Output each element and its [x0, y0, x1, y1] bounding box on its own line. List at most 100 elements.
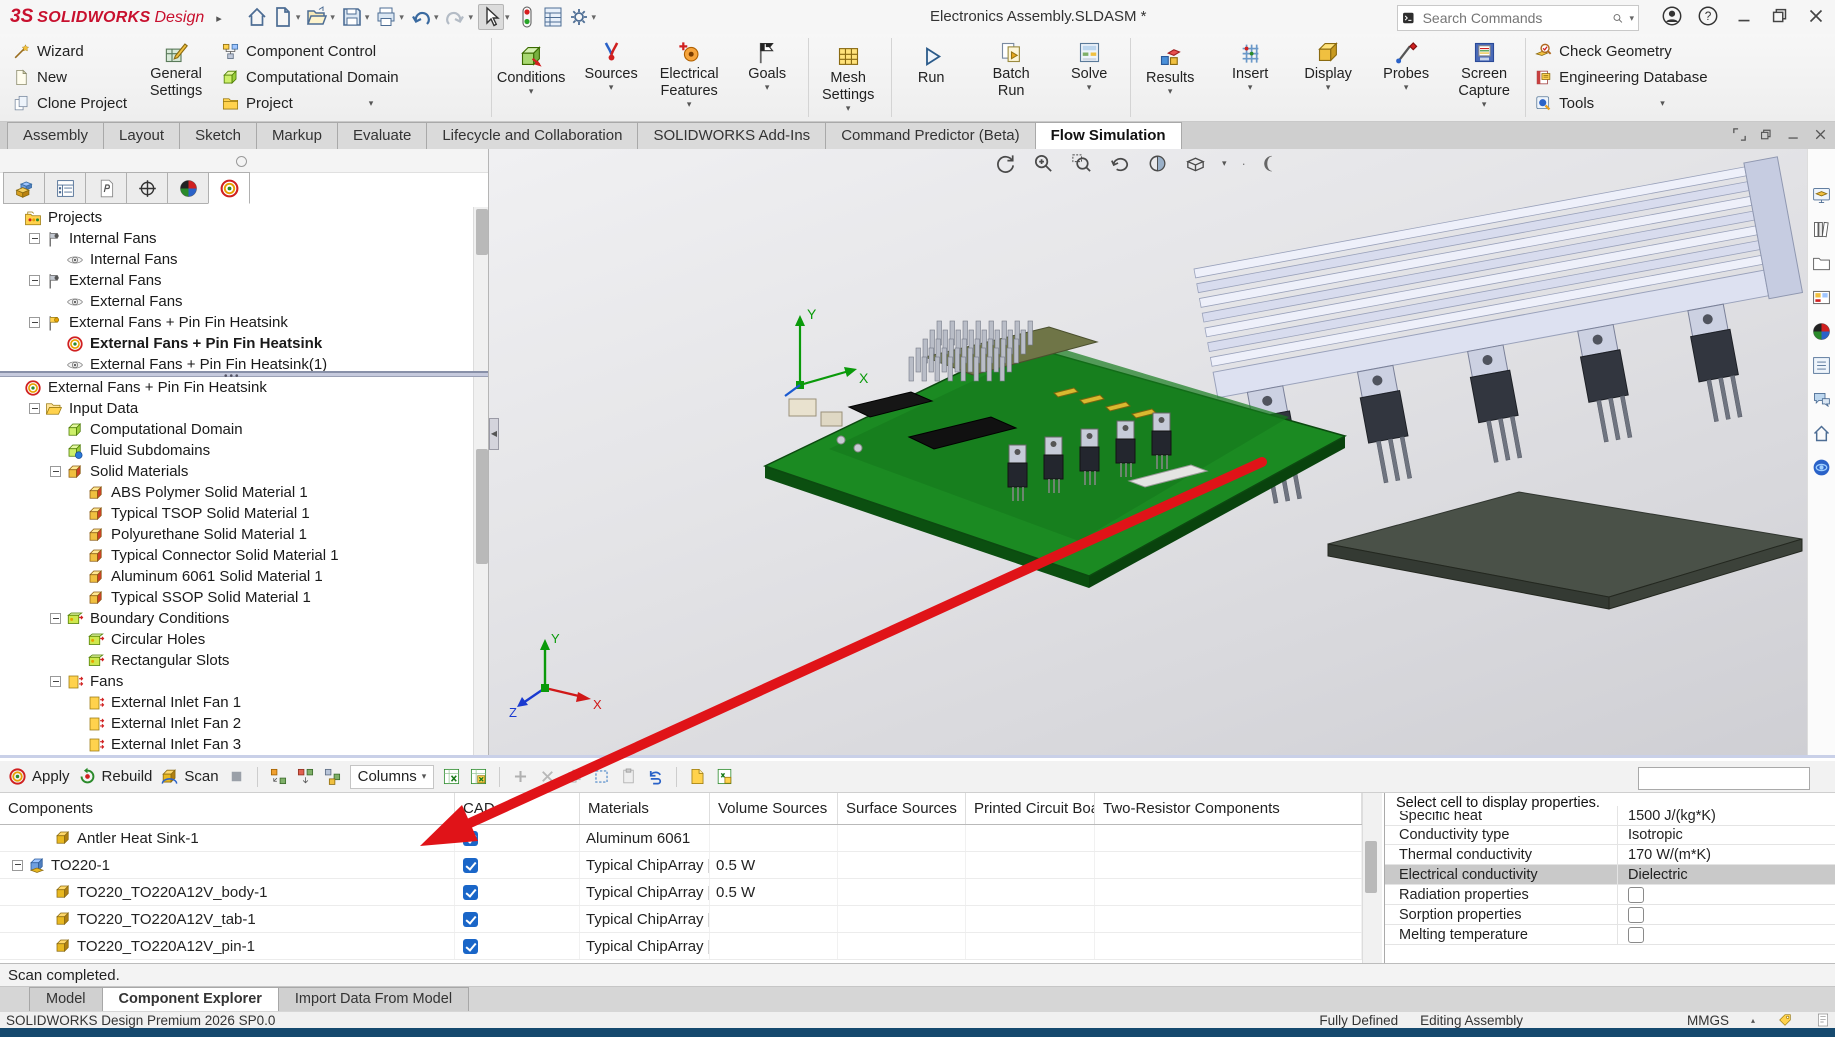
expand-all-icon[interactable]: [269, 767, 288, 786]
ribbon-button[interactable]: Probes ▾: [1367, 34, 1445, 121]
tree-item[interactable]: External Inlet Fan 2: [0, 713, 473, 734]
note-icon[interactable]: [1815, 1012, 1831, 1028]
ribbon-button[interactable]: Results ▾: [1130, 38, 1209, 117]
window-close-icon[interactable]: [1805, 5, 1827, 27]
tree-item[interactable]: Circular Holes: [0, 629, 473, 650]
template-icon[interactable]: [688, 767, 707, 786]
flyout-caret-icon[interactable]: ▾: [1248, 83, 1253, 92]
flyout-caret-icon[interactable]: ▾: [369, 98, 374, 109]
print-icon[interactable]: [374, 5, 398, 29]
undo-edit-icon[interactable]: [646, 767, 665, 786]
flyout-caret-icon[interactable]: ▾: [1087, 83, 1092, 92]
tree-item[interactable]: Typical SSOP Solid Material 1: [0, 587, 473, 608]
apply-button[interactable]: Apply: [8, 767, 70, 786]
material-cell[interactable]: Typical ChipArray [D: [580, 852, 710, 878]
volume-source-cell[interactable]: 0.5 W: [710, 852, 838, 878]
cad-checkbox[interactable]: [463, 858, 478, 873]
flyout-caret-icon[interactable]: ▾: [609, 83, 614, 92]
tree-item[interactable]: External Fans + Pin Fin Heatsink: [0, 377, 473, 398]
units-caret-icon[interactable]: ▴: [1751, 1016, 1755, 1025]
table-row[interactable]: TO220_TO220A12V_tab-1 Typical ChipArray …: [0, 906, 1362, 933]
material-cell[interactable]: Typical ChipArray [D: [580, 933, 710, 959]
window-restore-icon[interactable]: [1769, 5, 1791, 27]
bottom-tab[interactable]: Component Explorer: [102, 987, 279, 1011]
ribbon-button[interactable]: Component Control ▾: [217, 39, 483, 63]
tree-item[interactable]: Fans: [0, 671, 473, 692]
col-volume-sources[interactable]: Volume Sources: [710, 793, 838, 824]
flyout-caret-icon[interactable]: ▾: [1326, 83, 1331, 92]
panel-collapse-handle[interactable]: ◀: [489, 418, 499, 450]
search-icon[interactable]: [1612, 10, 1624, 27]
tree-item[interactable]: External Inlet Fan 1: [0, 692, 473, 713]
property-row[interactable]: Melting temperature: [1385, 925, 1835, 945]
property-row[interactable]: Conductivity type Isotropic: [1385, 825, 1835, 845]
tree-item[interactable]: Typical TSOP Solid Material 1: [0, 503, 473, 524]
home-icon[interactable]: [245, 5, 269, 29]
col-two-resistor[interactable]: Two-Resistor Components: [1095, 793, 1362, 824]
ribbon-button[interactable]: Engineering Database ▾: [1530, 66, 1782, 90]
cad-checkbox[interactable]: [463, 831, 478, 846]
command-tab[interactable]: Assembly: [7, 122, 104, 149]
design-journal-icon[interactable]: [541, 5, 565, 29]
tree-item[interactable]: Projects: [0, 207, 473, 228]
tree-expander[interactable]: [29, 403, 40, 414]
collapse-all-icon[interactable]: [296, 767, 315, 786]
ribbon-button[interactable]: Display ▾: [1289, 34, 1367, 121]
tree-item[interactable]: External Fans + Pin Fin Heatsink(1): [0, 354, 473, 371]
excel-template-icon[interactable]: [715, 767, 734, 786]
help-icon[interactable]: ?: [1697, 5, 1719, 27]
logo-flyout-icon[interactable]: ▸: [216, 12, 222, 25]
tree-item[interactable]: External Fans + Pin Fin Heatsink: [0, 333, 473, 354]
property-checkbox[interactable]: [1628, 927, 1644, 943]
ribbon-button[interactable]: Run ▾: [891, 38, 970, 117]
tree-item[interactable]: External Fans: [0, 291, 473, 312]
command-tab[interactable]: Flow Simulation: [1035, 122, 1182, 149]
export-excel-icon[interactable]: [442, 767, 461, 786]
zoom-to-area-icon[interactable]: [1070, 152, 1093, 175]
col-materials[interactable]: Materials: [580, 793, 710, 824]
tree-expander[interactable]: [50, 466, 61, 477]
bottom-tab[interactable]: Import Data From Model: [278, 987, 469, 1011]
view-orientation-icon[interactable]: [1184, 152, 1207, 175]
table-row[interactable]: TO220_TO220A12V_pin-1 Typical ChipArray …: [0, 933, 1362, 960]
command-tab[interactable]: Sketch: [179, 122, 257, 149]
account-icon[interactable]: [1661, 5, 1683, 27]
tree-expander[interactable]: [50, 613, 61, 624]
ribbon-button[interactable]: Tools ▾: [1530, 92, 1782, 116]
flyout-caret-icon[interactable]: ▾: [687, 100, 692, 109]
pcb-cell[interactable]: [966, 906, 1095, 932]
panel-tab[interactable]: [208, 172, 250, 204]
tree-item[interactable]: Solid Materials: [0, 461, 473, 482]
panel-tab[interactable]: [126, 172, 168, 204]
command-tab[interactable]: Command Predictor (Beta): [825, 122, 1035, 149]
surface-source-cell[interactable]: [838, 879, 966, 905]
zoom-to-fit-icon[interactable]: [1032, 152, 1055, 175]
command-tab[interactable]: Evaluate: [337, 122, 427, 149]
table-row[interactable]: TO220-1 Typical ChipArray [D 0.5 W: [0, 852, 1362, 879]
new-document-icon[interactable]: [271, 5, 295, 29]
units-selector[interactable]: MMGS: [1687, 1013, 1729, 1028]
rebuild-button[interactable]: Rebuild: [78, 767, 153, 786]
property-row[interactable]: Thermal conductivity 170 W/(m*K): [1385, 845, 1835, 865]
property-checkbox[interactable]: [1628, 907, 1644, 923]
custom-properties-icon[interactable]: [1811, 355, 1832, 376]
search-caret-icon[interactable]: ▾: [1629, 13, 1634, 24]
delete-icon[interactable]: [538, 767, 557, 786]
tree-expander[interactable]: [50, 676, 61, 687]
stop-icon[interactable]: [227, 767, 246, 786]
copy-icon[interactable]: [565, 767, 584, 786]
ribbon-button[interactable]: Wizard: [8, 39, 131, 63]
two-resistor-cell[interactable]: [1095, 933, 1362, 959]
table-row[interactable]: TO220_TO220A12V_body-1 Typical ChipArray…: [0, 879, 1362, 906]
tree-item[interactable]: Rectangular Slots: [0, 650, 473, 671]
redo-icon[interactable]: [443, 5, 467, 29]
window-minimize-icon[interactable]: [1733, 5, 1755, 27]
panel-tab[interactable]: [85, 172, 127, 204]
col-surface-sources[interactable]: Surface Sources: [838, 793, 966, 824]
tree-item[interactable]: Fluid Subdomains: [0, 440, 473, 461]
status-light-icon[interactable]: [515, 5, 539, 29]
property-row[interactable]: Electrical conductivity Dielectric: [1385, 865, 1835, 885]
rotate-view-icon[interactable]: [994, 152, 1017, 175]
two-resistor-cell[interactable]: [1095, 906, 1362, 932]
property-checkbox[interactable]: [1628, 887, 1644, 903]
